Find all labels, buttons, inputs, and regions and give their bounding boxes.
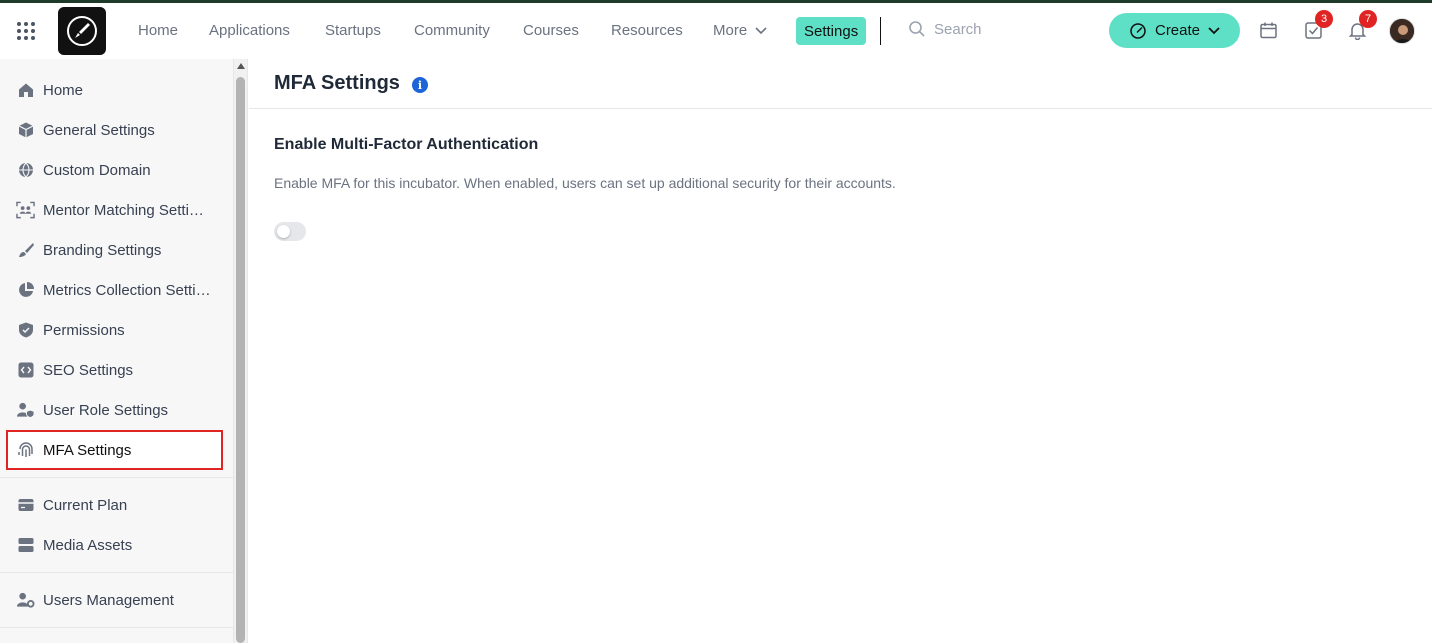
sidebar-item-current-plan[interactable]: Current Plan	[0, 485, 234, 525]
search-icon	[909, 21, 925, 37]
pie-chart-icon	[16, 281, 35, 300]
nav-more[interactable]: More	[713, 22, 767, 39]
sidebar-item-users-management[interactable]: Users Management	[0, 580, 234, 620]
sidebar-item-label: Custom Domain	[43, 161, 151, 179]
home-icon	[16, 81, 35, 100]
sidebar-item-mfa-settings[interactable]: MFA Settings	[6, 430, 223, 470]
main-content: MFA Settings i Enable Multi-Factor Authe…	[249, 59, 1432, 643]
sidebar-item-label: SEO Settings	[43, 361, 134, 379]
sidebar-item-label: MFA Settings	[43, 441, 132, 459]
sidebar-item-general-settings[interactable]: General Settings	[0, 110, 234, 150]
rocket-icon	[1130, 22, 1146, 39]
sidebar-item-user-role-settings[interactable]: User Role Settings	[0, 390, 234, 430]
chevron-down-icon	[1208, 26, 1220, 34]
nav-settings[interactable]: Settings	[796, 17, 867, 45]
sidebar-item-label: Metrics Collection Settings	[43, 281, 211, 299]
settings-sidebar: Home General Settings Custom Domain Ment…	[0, 59, 234, 643]
fingerprint-icon	[16, 441, 35, 460]
card-icon	[16, 496, 35, 515]
cube-icon	[16, 121, 35, 140]
nav-applications[interactable]: Applications	[209, 22, 290, 39]
sidebar-item-label: Users Management	[43, 591, 174, 609]
sidebar-item-home[interactable]: Home	[0, 70, 234, 110]
sidebar-item-label: User Role Settings	[43, 401, 169, 419]
section-title: Enable Multi-Factor Authentication	[274, 136, 539, 153]
sidebar-item-label: Media Assets	[43, 536, 133, 554]
info-icon[interactable]: i	[412, 77, 428, 93]
sidebar-item-branding[interactable]: Branding Settings	[0, 230, 234, 270]
nav-more-label: More	[713, 22, 748, 39]
create-button[interactable]: Create	[1109, 13, 1240, 48]
tasks-button[interactable]: 3	[1304, 10, 1333, 41]
sidebar-item-metrics-collection[interactable]: Metrics Collection Settings	[0, 270, 234, 310]
sidebar-scrollbar[interactable]	[234, 59, 248, 643]
nav-home[interactable]: Home	[138, 22, 178, 39]
sidebar-item-label: Home	[43, 81, 84, 99]
user-shield-icon	[16, 401, 35, 420]
notifications-button[interactable]: 7	[1348, 10, 1377, 41]
shield-icon	[16, 321, 35, 340]
avatar-image	[1390, 19, 1414, 43]
sidebar-item-label: Permissions	[43, 321, 125, 339]
page-header: MFA Settings i	[249, 59, 1432, 109]
globe-icon	[16, 161, 35, 180]
sidebar-item-media-assets[interactable]: Media Assets	[0, 525, 234, 565]
media-icon	[16, 536, 35, 555]
user-avatar[interactable]	[1389, 18, 1415, 44]
apps-grid-icon[interactable]	[17, 22, 35, 40]
nav-divider	[880, 17, 881, 45]
tasks-badge: 3	[1315, 10, 1333, 28]
sidebar-divider	[0, 627, 234, 628]
brush-icon	[16, 241, 35, 260]
sidebar-item-permissions[interactable]: Permissions	[0, 310, 234, 350]
nav-startups[interactable]: Startups	[325, 22, 381, 39]
sidebar-item-label: Branding Settings	[43, 241, 162, 259]
nav-courses[interactable]: Courses	[523, 22, 579, 39]
search-box[interactable]	[908, 20, 1054, 38]
top-navbar: Home Applications Startups Community Cou…	[0, 3, 1432, 59]
sidebar-item-custom-domain[interactable]: Custom Domain	[0, 150, 234, 190]
page-title: MFA Settings	[274, 72, 400, 94]
sidebar-divider	[0, 572, 234, 573]
code-icon	[16, 361, 35, 380]
calendar-icon	[1260, 22, 1277, 39]
notifications-badge: 7	[1359, 10, 1377, 28]
sidebar-item-label: Mentor Matching Settings	[43, 201, 211, 219]
app-logo[interactable]	[58, 7, 106, 55]
nav-community[interactable]: Community	[414, 22, 490, 39]
scroll-thumb[interactable]	[236, 77, 245, 643]
rocket-logo-icon	[67, 16, 97, 46]
search-input[interactable]	[934, 20, 1054, 38]
mentor-matching-icon	[16, 201, 35, 220]
nav-resources[interactable]: Resources	[611, 22, 683, 39]
sidebar-item-label: General Settings	[43, 121, 155, 139]
sidebar-item-seo-settings[interactable]: SEO Settings	[0, 350, 234, 390]
calendar-button[interactable]	[1259, 21, 1279, 41]
sidebar-item-mentor-matching[interactable]: Mentor Matching Settings	[0, 190, 234, 230]
section-description: Enable MFA for this incubator. When enab…	[274, 175, 896, 191]
chevron-down-icon	[755, 26, 767, 34]
users-gear-icon	[16, 591, 35, 610]
mfa-toggle[interactable]	[274, 222, 306, 241]
create-button-label: Create	[1154, 22, 1201, 39]
toggle-knob	[277, 225, 290, 238]
sidebar-divider	[0, 477, 234, 478]
scroll-up-arrow-icon[interactable]	[237, 63, 245, 69]
sidebar-item-label: Current Plan	[43, 496, 128, 514]
